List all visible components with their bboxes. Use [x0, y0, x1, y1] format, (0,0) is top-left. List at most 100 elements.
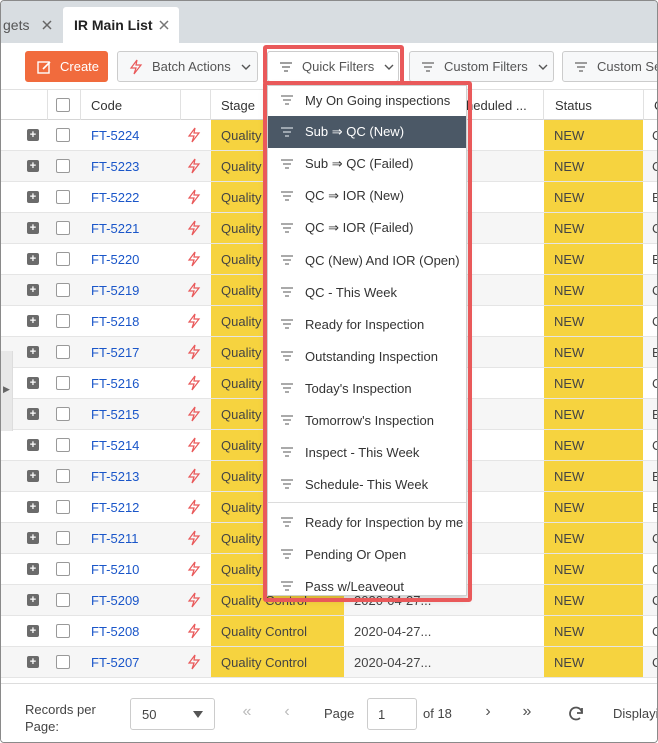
row-checkbox[interactable]	[56, 469, 70, 483]
close-icon[interactable]	[40, 18, 54, 32]
custom-set-button[interactable]: Custom Set	[562, 51, 657, 82]
row-code-link[interactable]: FT-5215	[91, 399, 139, 429]
expand-icon[interactable]: +	[27, 563, 39, 575]
row-checkbox[interactable]	[56, 593, 70, 607]
lightning-icon[interactable]	[186, 375, 202, 391]
quick-filter-item[interactable]: Today's Inspection	[268, 372, 466, 404]
expand-icon[interactable]: +	[27, 129, 39, 141]
row-checkbox[interactable]	[56, 562, 70, 576]
quick-filter-item[interactable]: QC (New) And IOR (Open)	[268, 244, 466, 276]
row-code-link[interactable]: FT-5211	[91, 523, 138, 553]
lightning-icon[interactable]	[186, 623, 202, 639]
row-code-link[interactable]: FT-5212	[91, 492, 139, 522]
next-page-icon[interactable]: ›	[480, 704, 496, 720]
quick-filter-item[interactable]: Sub ⇒ QC (Failed)	[268, 148, 466, 180]
row-code-link[interactable]: FT-5222	[91, 182, 139, 212]
row-code-link[interactable]: FT-5208	[91, 616, 139, 646]
quick-filter-item[interactable]: Ready for Inspection	[268, 308, 466, 340]
expand-icon[interactable]: +	[27, 625, 39, 637]
row-checkbox[interactable]	[56, 221, 70, 235]
expand-icon[interactable]: +	[27, 408, 39, 420]
quick-filter-item[interactable]: Outstanding Inspection	[268, 340, 466, 372]
quick-filter-item[interactable]: Inspect - This Week	[268, 436, 466, 468]
lightning-icon[interactable]	[186, 468, 202, 484]
lightning-icon[interactable]	[186, 344, 202, 360]
quick-filter-item[interactable]: Ready for Inspection by me	[268, 506, 466, 538]
row-checkbox[interactable]	[56, 345, 70, 359]
row-code-link[interactable]: FT-5220	[91, 244, 139, 274]
row-checkbox[interactable]	[56, 438, 70, 452]
lightning-icon[interactable]	[186, 437, 202, 453]
lightning-icon[interactable]	[186, 220, 202, 236]
expand-icon[interactable]: +	[27, 160, 39, 172]
row-checkbox[interactable]	[56, 252, 70, 266]
lightning-icon[interactable]	[186, 189, 202, 205]
sidebar-toggle[interactable]: ▶	[1, 351, 13, 431]
row-checkbox[interactable]	[56, 376, 70, 390]
tab-ir-main-list[interactable]: IR Main List	[63, 7, 179, 43]
row-checkbox[interactable]	[56, 190, 70, 204]
lightning-icon[interactable]	[186, 251, 202, 267]
lightning-icon[interactable]	[186, 592, 202, 608]
quick-filter-item[interactable]: QC ⇒ IOR (New)	[268, 180, 466, 212]
expand-icon[interactable]: +	[27, 439, 39, 451]
row-code-link[interactable]: FT-5210	[91, 554, 139, 584]
row-checkbox[interactable]	[56, 159, 70, 173]
lightning-icon[interactable]	[186, 561, 202, 577]
quick-filter-item[interactable]: Pending Or Open	[268, 538, 466, 570]
lightning-icon[interactable]	[186, 127, 202, 143]
row-code-link[interactable]: FT-5221	[91, 213, 139, 243]
quick-filters-button[interactable]: Quick Filters	[267, 51, 399, 82]
row-code-link[interactable]: FT-5209	[91, 585, 139, 615]
row-code-link[interactable]: FT-5207	[91, 647, 139, 677]
lightning-icon[interactable]	[186, 530, 202, 546]
row-code-link[interactable]: FT-5219	[91, 275, 139, 305]
lightning-icon[interactable]	[186, 313, 202, 329]
custom-filters-button[interactable]: Custom Filters	[409, 51, 554, 82]
select-all-checkbox[interactable]	[56, 98, 70, 112]
quick-filter-item[interactable]: Pass w/Leaveout	[268, 570, 466, 602]
row-checkbox[interactable]	[56, 655, 70, 669]
row-code-link[interactable]: FT-5216	[91, 368, 139, 398]
lightning-icon[interactable]	[186, 158, 202, 174]
expand-icon[interactable]: +	[27, 191, 39, 203]
expand-icon[interactable]: +	[27, 346, 39, 358]
row-checkbox[interactable]	[56, 314, 70, 328]
prev-page-icon[interactable]: ‹	[279, 704, 295, 720]
quick-filter-item[interactable]: Sub ⇒ QC (New)	[268, 116, 466, 148]
row-code-link[interactable]: FT-5213	[91, 461, 139, 491]
expand-icon[interactable]: +	[27, 253, 39, 265]
close-icon[interactable]	[157, 18, 171, 32]
page-size-select[interactable]: 50	[130, 698, 215, 730]
header-extra[interactable]: C	[644, 90, 657, 120]
lightning-icon[interactable]	[186, 282, 202, 298]
row-checkbox[interactable]	[56, 624, 70, 638]
quick-filter-item[interactable]: My On Going inspections	[268, 84, 466, 116]
row-checkbox[interactable]	[56, 500, 70, 514]
header-code[interactable]: Code	[81, 90, 181, 120]
row-code-link[interactable]: FT-5223	[91, 151, 139, 181]
expand-icon[interactable]: +	[27, 284, 39, 296]
row-checkbox[interactable]	[56, 407, 70, 421]
row-checkbox[interactable]	[56, 283, 70, 297]
quick-filter-item[interactable]: Tomorrow's Inspection	[268, 404, 466, 436]
lightning-icon[interactable]	[186, 406, 202, 422]
expand-icon[interactable]: +	[27, 656, 39, 668]
row-checkbox[interactable]	[56, 531, 70, 545]
row-checkbox[interactable]	[56, 128, 70, 142]
expand-icon[interactable]: +	[27, 594, 39, 606]
tab-widgets[interactable]: gets	[1, 7, 59, 43]
expand-icon[interactable]: +	[27, 470, 39, 482]
quick-filter-item[interactable]: QC - This Week	[268, 276, 466, 308]
expand-icon[interactable]: +	[27, 532, 39, 544]
expand-icon[interactable]: +	[27, 377, 39, 389]
header-status[interactable]: Status	[544, 90, 644, 120]
lightning-icon[interactable]	[186, 654, 202, 670]
expand-icon[interactable]: +	[27, 501, 39, 513]
batch-actions-button[interactable]: Batch Actions	[117, 51, 258, 82]
quick-filter-item[interactable]: Schedule- This Week	[268, 468, 466, 500]
expand-icon[interactable]: +	[27, 222, 39, 234]
refresh-icon[interactable]	[567, 705, 585, 723]
expand-icon[interactable]: +	[27, 315, 39, 327]
table-row[interactable]: + FT-5208 Quality Control 2020-04-27... NEW C	[1, 616, 657, 647]
